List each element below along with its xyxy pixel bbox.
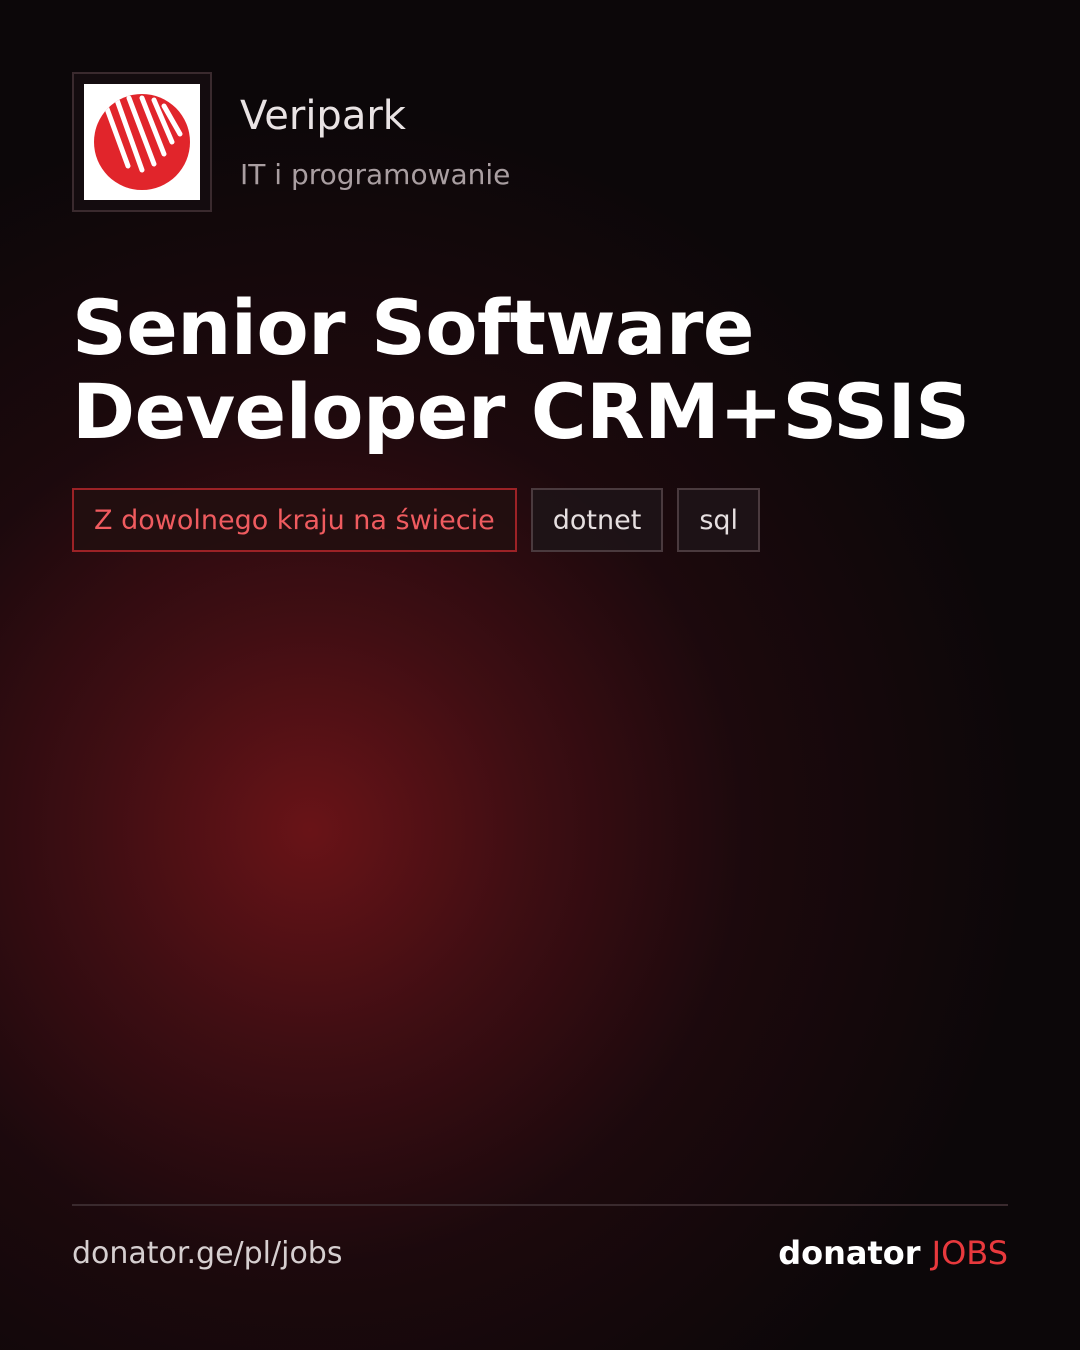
brand-accent-text: JOBS xyxy=(931,1234,1008,1272)
company-name: Veripark xyxy=(240,93,406,139)
job-title: Senior Software Developer CRM+SSIS xyxy=(72,283,970,456)
tag-skill-dotnet: dotnet xyxy=(530,488,664,552)
brand-logo: donator JOBS xyxy=(778,1234,1008,1272)
veripark-logo-icon xyxy=(94,94,190,190)
tag-list: Z dowolnego kraju na świecie dotnet sql xyxy=(72,488,761,552)
brand-main-text: donator xyxy=(778,1234,921,1272)
company-category: IT i programowanie xyxy=(240,158,511,191)
footer-url: donator.ge/pl/jobs xyxy=(72,1236,343,1271)
company-logo xyxy=(84,84,200,200)
company-logo-frame xyxy=(72,72,212,212)
tag-skill-sql: sql xyxy=(677,488,761,552)
tag-location: Z dowolnego kraju na świecie xyxy=(72,488,517,552)
footer-divider xyxy=(72,1204,1008,1206)
